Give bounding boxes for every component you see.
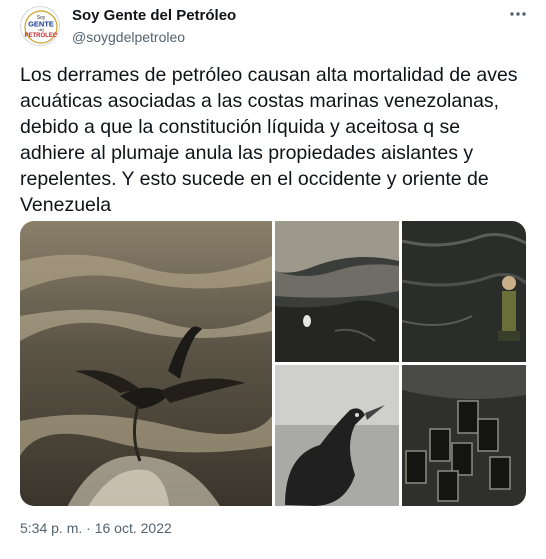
author-block: Soy Gente del Petróleo @soygdelpetroleo [72,7,236,46]
photo-oil-slick-worker[interactable] [402,221,526,362]
more-options-icon[interactable] [508,4,528,29]
avatar[interactable]: Soy GENTE del PETRÓLEO [20,6,60,46]
author-handle[interactable]: @soygdelpetroleo [72,28,236,46]
photo-oiled-bird-head[interactable] [275,365,399,506]
photo-oiled-bird-flying[interactable] [20,221,272,506]
timestamp-separator: · [86,520,91,536]
author-name[interactable]: Soy Gente del Petróleo [72,7,236,25]
tweet-timestamp: 5:34 p. m. · 16 oct. 2022 [20,520,172,536]
tweet-text: Los derrames de petróleo causan alta mor… [20,64,518,216]
avatar-text-bottom: PETRÓLEO [24,31,57,39]
tweet-date[interactable]: 16 oct. 2022 [95,520,172,536]
avatar-logo-image: Soy GENTE del PETRÓLEO [22,8,59,45]
photo-oil-barrels[interactable] [402,365,526,506]
avatar-text-sub: del [38,27,43,32]
media-grid [20,221,526,506]
tweet-time[interactable]: 5:34 p. m. [20,520,82,536]
photo-oiled-shoreline[interactable] [275,221,399,362]
